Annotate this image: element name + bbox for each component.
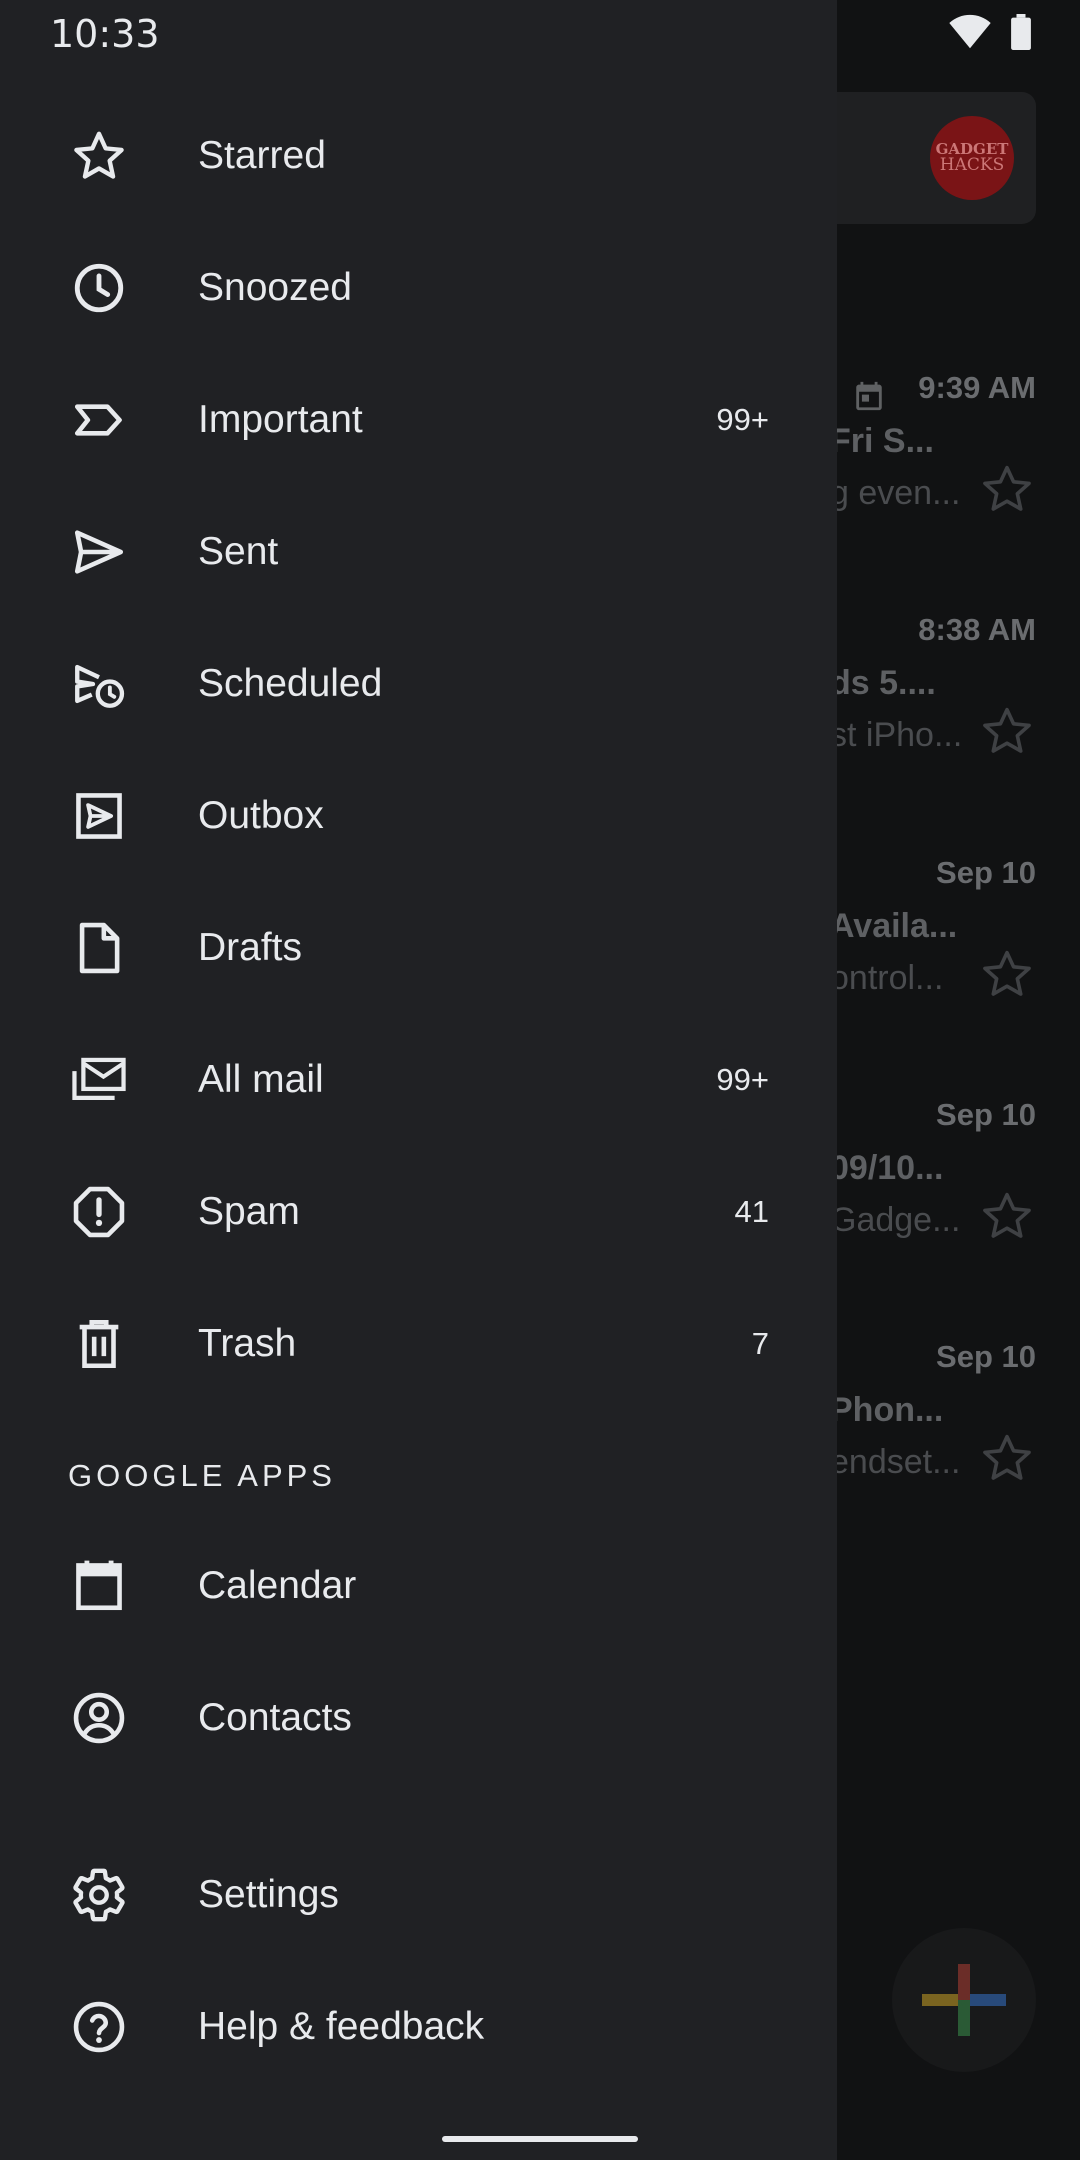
- spam-icon: [70, 1183, 128, 1241]
- mail-list-item[interactable]: Sep 10 09/10... Gadge...: [830, 1097, 1070, 1297]
- mail-list-item[interactable]: 8:38 AM ds 5.... st iPho...: [830, 612, 1070, 812]
- drawer-item-contacts[interactable]: Contacts: [0, 1652, 837, 1784]
- calendar-icon: [70, 1557, 128, 1615]
- status-icons: [948, 14, 1032, 50]
- mail-list-item[interactable]: Sep 10 Availa... ontrol...: [830, 855, 1070, 1055]
- drawer-item-label: Outbox: [198, 794, 324, 837]
- contacts-icon: [70, 1689, 128, 1747]
- mail-time: Sep 10: [936, 1339, 1036, 1374]
- mail-list-item[interactable]: 9:39 AM Fri S... g even...: [830, 370, 1070, 570]
- help-icon: [70, 1998, 128, 2056]
- star-icon[interactable]: [980, 1431, 1034, 1485]
- drawer-item-drafts[interactable]: Drafts: [0, 882, 837, 1014]
- drawer-item-important[interactable]: Important 99+: [0, 354, 837, 486]
- drawer-item-count: 99+: [716, 1062, 769, 1097]
- all-mail-icon: [70, 1051, 128, 1109]
- drawer-item-label: Snoozed: [198, 266, 352, 309]
- scheduled-send-icon: [70, 655, 128, 713]
- drawer-item-label: All mail: [198, 1058, 324, 1101]
- mail-preview: st iPho...: [830, 716, 963, 754]
- drawer-item-settings[interactable]: Settings: [0, 1829, 837, 1961]
- drawer-item-count: 41: [734, 1194, 769, 1229]
- mail-subject: Fri S...: [830, 422, 934, 460]
- drawer-item-trash[interactable]: Trash 7: [0, 1278, 837, 1410]
- draft-icon: [70, 919, 128, 977]
- avatar-text-line2: HACKS: [939, 155, 1005, 175]
- mail-subject: ds 5....: [830, 664, 936, 702]
- drawer-item-label: Starred: [198, 134, 326, 177]
- star-icon[interactable]: [980, 462, 1034, 516]
- mail-subject: Availa...: [830, 907, 958, 945]
- mail-time: Sep 10: [936, 855, 1036, 890]
- star-icon[interactable]: [980, 947, 1034, 1001]
- drawer-item-label: Important: [198, 398, 363, 441]
- drawer-item-help-feedback[interactable]: Help & feedback: [0, 1961, 837, 2093]
- event-icon: [856, 381, 882, 411]
- gear-icon: [70, 1866, 128, 1924]
- drawer-item-label: Scheduled: [198, 662, 383, 705]
- drawer-item-label: Calendar: [198, 1564, 357, 1607]
- star-icon: [70, 127, 128, 185]
- mail-list-item[interactable]: Sep 10 Phon... endset...: [830, 1339, 1070, 1539]
- mail-time: 8:38 AM: [918, 612, 1036, 647]
- drawer-item-label: Spam: [198, 1190, 300, 1233]
- drawer-item-count: 7: [751, 1326, 769, 1361]
- drawer-item-sent[interactable]: Sent: [0, 486, 837, 618]
- mail-preview: Gadge...: [830, 1201, 961, 1239]
- battery-icon: [1011, 14, 1031, 50]
- drawer-item-label: Contacts: [198, 1696, 352, 1739]
- mail-preview: ontrol...: [830, 959, 944, 997]
- drawer-item-starred[interactable]: Starred: [0, 90, 837, 222]
- outbox-icon: [70, 787, 128, 845]
- star-icon[interactable]: [980, 704, 1034, 758]
- drawer-item-all-mail[interactable]: All mail 99+: [0, 1014, 837, 1146]
- account-avatar[interactable]: GADGET HACKS: [930, 116, 1014, 200]
- drawer-item-label: Drafts: [198, 926, 303, 969]
- important-label-icon: [70, 391, 128, 449]
- mail-preview: endset...: [830, 1443, 961, 1481]
- compose-button[interactable]: [892, 1928, 1036, 2072]
- mail-time: 9:39 AM: [918, 370, 1036, 405]
- drawer-item-snoozed[interactable]: Snoozed: [0, 222, 837, 354]
- drawer-item-label: Sent: [198, 530, 279, 573]
- drawer-item-outbox[interactable]: Outbox: [0, 750, 837, 882]
- status-time: 10:33: [50, 12, 160, 56]
- drawer-item-count: 99+: [716, 402, 769, 437]
- drawer-item-spam[interactable]: Spam 41: [0, 1146, 837, 1278]
- mail-subject: Phon...: [830, 1391, 944, 1429]
- clock-icon: [70, 259, 128, 317]
- star-icon[interactable]: [980, 1189, 1034, 1243]
- google-apps-header: GOOGLE APPS: [68, 1458, 336, 1493]
- plus-icon: [922, 1964, 1006, 2036]
- drawer-item-calendar[interactable]: Calendar: [0, 1520, 837, 1652]
- drawer-item-scheduled[interactable]: Scheduled: [0, 618, 837, 750]
- trash-icon: [70, 1315, 128, 1373]
- drawer-item-label: Settings: [198, 1873, 339, 1916]
- home-indicator[interactable]: [442, 2136, 638, 2142]
- mail-subject: 09/10...: [830, 1149, 944, 1187]
- navigation-drawer: Starred Snoozed Important 99+ Sent Sched…: [0, 0, 837, 2160]
- drawer-item-label: Trash: [198, 1322, 297, 1365]
- send-icon: [70, 523, 128, 581]
- drawer-item-label: Help & feedback: [198, 2005, 485, 2048]
- wifi-icon: [949, 14, 991, 49]
- mail-preview: g even...: [830, 474, 961, 512]
- mail-time: Sep 10: [936, 1097, 1036, 1132]
